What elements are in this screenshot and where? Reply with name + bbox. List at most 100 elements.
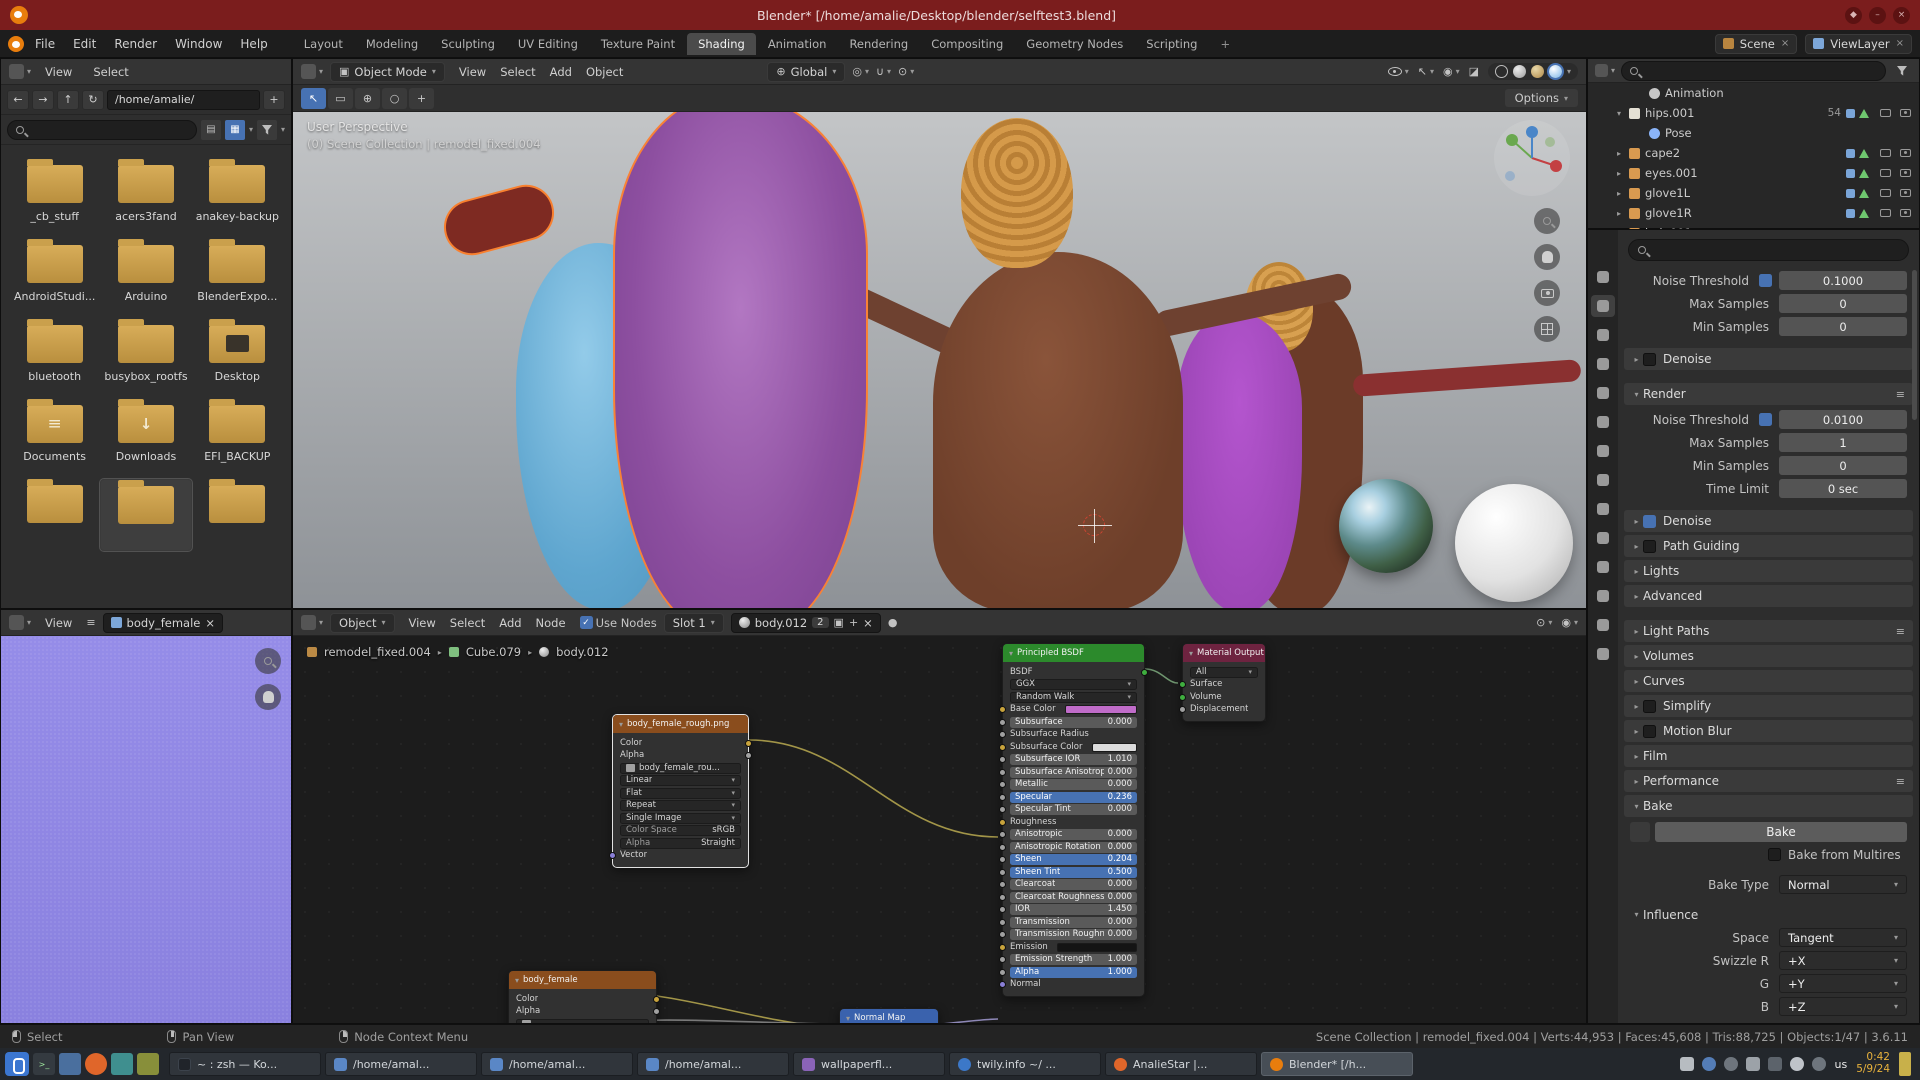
property-row[interactable]: ▸ Path Guiding ▾ ≡ — [1624, 535, 1913, 557]
properties-tab[interactable] — [1591, 266, 1615, 288]
node-row[interactable]: Sheen 0.204 ▾ — [1010, 854, 1137, 865]
overlay-dropdown[interactable]: ◉▾ — [1561, 616, 1578, 629]
properties-tab[interactable] — [1591, 382, 1615, 404]
file-item[interactable]: busybox_rootfs — [100, 319, 191, 389]
node-material-output[interactable]: ▾ Material Output All ▾ — [1182, 643, 1266, 722]
node-row[interactable]: Clearcoat 0.000 ▾ — [1010, 879, 1137, 890]
property-field[interactable]: Tangent ▾ — [1779, 928, 1907, 947]
property-row[interactable]: Noise Threshold 0.1000 ▾ ≡ — [1618, 269, 1919, 292]
preset-menu-icon[interactable]: ≡ — [1896, 625, 1905, 638]
viewport-menu-item[interactable]: Object — [579, 63, 630, 81]
taskbar-window-button[interactable]: twily.info ~/ ... — [949, 1052, 1101, 1076]
node-row[interactable]: Base Color ▾ — [1010, 704, 1137, 715]
expand-arrow-icon[interactable]: ▸ — [1630, 752, 1643, 761]
node-editor-menu-item[interactable]: Select — [443, 614, 492, 632]
node-socket[interactable] — [999, 844, 1006, 851]
property-row[interactable]: Noise Threshold 0.0100 ▾ ≡ — [1618, 408, 1919, 431]
expand-arrow-icon[interactable]: ▸ — [1614, 169, 1624, 178]
node-socket[interactable] — [999, 906, 1006, 913]
property-field[interactable]: 0 ▾ — [1779, 294, 1907, 313]
node-socket[interactable] — [999, 819, 1006, 826]
launcher-icon[interactable] — [137, 1053, 159, 1075]
node-socket[interactable] — [999, 981, 1006, 988]
node-row[interactable]: Displacement ▾ — [1190, 704, 1258, 715]
fb-view-menu[interactable]: View — [38, 63, 79, 81]
node-row[interactable]: IOR 1.450 ▾ — [1010, 904, 1137, 915]
shading-chevron-icon[interactable]: ▾ — [1567, 67, 1571, 76]
checkbox[interactable] — [1643, 700, 1656, 713]
render-visibility-icon[interactable] — [1900, 109, 1911, 117]
node-socket[interactable] — [609, 852, 616, 859]
node-socket[interactable] — [1179, 681, 1186, 688]
node-socket[interactable] — [1179, 706, 1186, 713]
outliner-filter-button[interactable] — [1892, 61, 1912, 81]
expand-arrow-icon[interactable]: ▸ — [1630, 627, 1643, 636]
property-field[interactable]: 0.0100 ▾ — [1779, 410, 1907, 429]
node-socket[interactable] — [745, 752, 752, 759]
editor-type-button[interactable]: ▾ — [301, 615, 323, 630]
navigation-gizmo[interactable] — [1494, 120, 1570, 196]
property-row[interactable]: Swizzle R +X ▾ ≡ — [1618, 949, 1919, 972]
property-row[interactable]: G +Y ▾ ≡ — [1618, 972, 1919, 995]
fake-user-shield-icon[interactable]: ▣ — [834, 616, 844, 629]
node-canvas[interactable]: remodel_fixed.004 ▸ Cube.079 ▸ body.012 … — [293, 636, 1586, 1023]
property-field[interactable]: +Y ▾ — [1779, 974, 1907, 993]
node-principled-bsdf[interactable]: ▾ Principled BSDF BSDF ▾ — [1002, 643, 1145, 997]
node-socket[interactable] — [999, 894, 1006, 901]
forward-button[interactable]: → — [32, 90, 54, 110]
workspace-tab[interactable]: Compositing — [920, 33, 1014, 55]
color-swatch[interactable] — [1065, 705, 1137, 714]
checkbox[interactable] — [1768, 848, 1781, 861]
expand-arrow-icon[interactable]: ▸ — [1630, 652, 1643, 661]
property-row[interactable]: Space Tangent ▾ ≡ — [1618, 926, 1919, 949]
node-row[interactable]: Subsurface 0.000 ▾ — [1010, 717, 1137, 728]
node-row[interactable]: Anisotropic Rotation 0.000 ▾ — [1010, 842, 1137, 853]
node-socket[interactable] — [999, 869, 1006, 876]
property-row[interactable]: ▾ ≡ — [1618, 866, 1919, 873]
properties-tab[interactable] — [1591, 527, 1615, 549]
node-row[interactable]: Color Space sRGB ▾ — [620, 825, 741, 836]
up-button[interactable]: ↑ — [57, 90, 79, 110]
taskbar-window-button[interactable]: Blender* [/h... — [1261, 1052, 1413, 1076]
node-row[interactable]: Random Walk ▾ — [1010, 692, 1137, 703]
viewport-visibility-icon[interactable] — [1880, 209, 1891, 217]
property-field[interactable]: 1 ▾ — [1779, 433, 1907, 452]
new-material-icon[interactable]: + — [849, 616, 858, 629]
node-row[interactable]: Alpha ▾ — [620, 750, 741, 761]
render-visibility-icon[interactable] — [1900, 189, 1911, 197]
measure-tool-button[interactable]: + — [409, 88, 434, 109]
display-grid-button[interactable]: ▦ — [225, 120, 245, 140]
node-row[interactable]: Emission ▾ — [1010, 942, 1137, 953]
node-socket[interactable] — [999, 731, 1006, 738]
path-field[interactable]: /home/amalie/ — [107, 90, 260, 110]
image-view-menu[interactable]: View — [38, 614, 79, 632]
node-socket[interactable] — [999, 744, 1006, 751]
expand-arrow-icon[interactable]: ▸ — [1630, 702, 1643, 711]
color-swatch[interactable] — [1057, 943, 1137, 952]
node-socket[interactable] — [999, 719, 1006, 726]
viewlayer-selector[interactable]: ViewLayer × — [1805, 34, 1912, 54]
node-socket[interactable] — [999, 931, 1006, 938]
node-socket[interactable] — [999, 956, 1006, 963]
shade-button[interactable]: ◆ — [1845, 7, 1862, 24]
file-item[interactable]: Documents — [9, 399, 100, 469]
expand-arrow-icon[interactable]: ▸ — [1630, 727, 1643, 736]
property-row[interactable]: ▾ ≡ — [1618, 338, 1919, 345]
node-editor-menu-item[interactable]: Node — [529, 614, 573, 632]
node-row[interactable]: Sheen Tint 0.500 ▾ — [1010, 867, 1137, 878]
shading-solid-icon[interactable] — [1513, 65, 1526, 78]
tray-icon[interactable] — [1702, 1057, 1716, 1071]
taskbar-window-button[interactable]: /home/amal... — [325, 1052, 477, 1076]
gizmo-dropdown[interactable]: ↖▾ — [1418, 65, 1434, 78]
file-item[interactable]: Desktop — [192, 319, 283, 389]
property-row[interactable]: Time Limit 0 sec ▾ ≡ — [1618, 477, 1919, 500]
node-row[interactable]: Subsurface Anisotropy 0.000 ▾ — [1010, 767, 1137, 778]
expand-arrow-icon[interactable]: ▸ — [1630, 355, 1643, 364]
property-row[interactable]: ▸ Motion Blur ▾ ≡ — [1624, 720, 1913, 742]
outliner-row[interactable]: ▾ hips.001 54 — [1588, 103, 1919, 123]
property-row[interactable]: ▾ ≡ — [1618, 373, 1919, 380]
notes-plugin-icon[interactable] — [1899, 1052, 1911, 1076]
shader-type-dropdown[interactable]: Object ▾ — [330, 613, 394, 633]
property-row[interactable]: ▸ Advanced ▾ ≡ — [1624, 585, 1913, 607]
checkbox[interactable] — [1643, 353, 1656, 366]
